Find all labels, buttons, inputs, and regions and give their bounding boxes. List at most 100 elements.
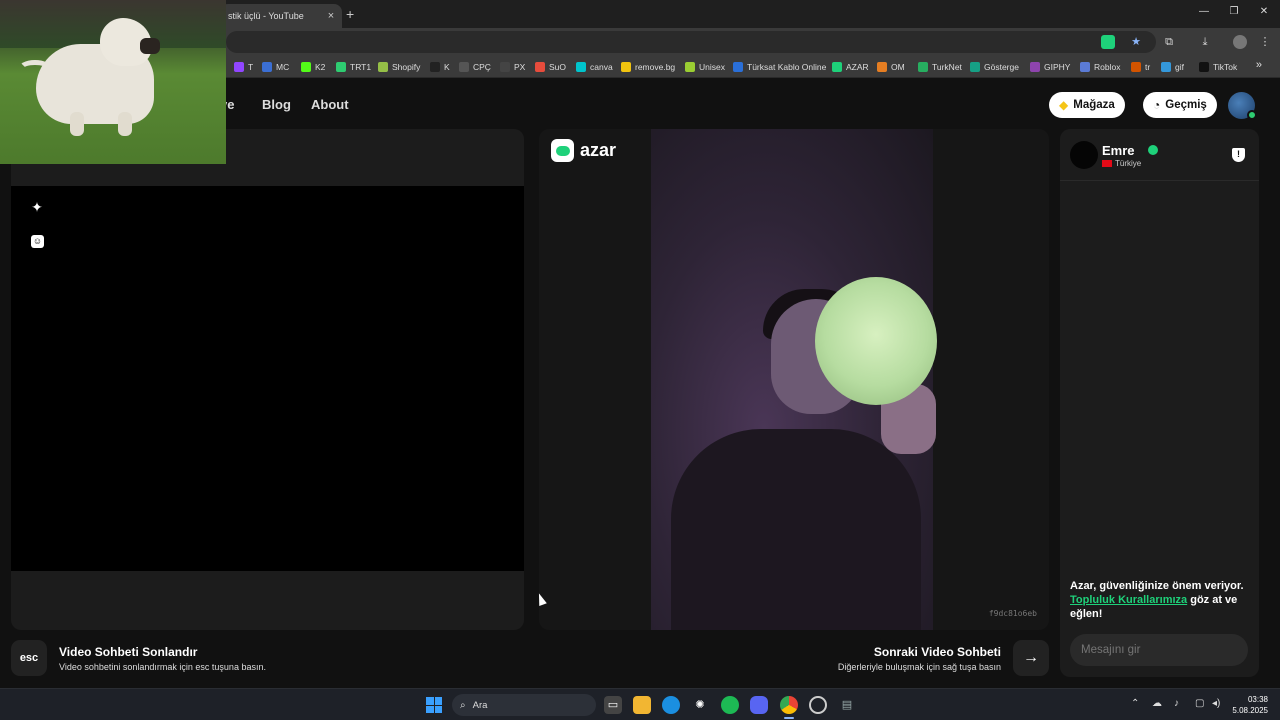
sparkle-effects-icon[interactable]: ✦	[29, 199, 45, 215]
bookmark-item[interactable]: tr	[1131, 60, 1150, 74]
file-explorer-icon[interactable]	[633, 696, 651, 714]
taskbar-clock[interactable]: 03:38 5.08.2025	[1232, 694, 1268, 716]
minimize-icon[interactable]: —	[1196, 6, 1212, 17]
azar-logo: azar	[551, 139, 616, 162]
bookmark-item[interactable]: canva	[576, 60, 613, 74]
bookmark-item[interactable]: TRT1	[336, 60, 371, 74]
bookmark-item[interactable]: Shopify	[378, 60, 420, 74]
bookmark-item[interactable]: AZAR	[832, 60, 869, 74]
bookmark-item[interactable]: PX	[500, 60, 525, 74]
bookmark-label: MC	[276, 62, 290, 72]
bookmark-favicon-icon	[877, 62, 887, 72]
bookmark-favicon-icon	[1030, 62, 1040, 72]
community-guidelines-link[interactable]: Topluluk Kurallarımıza	[1070, 594, 1187, 606]
next-chat-button[interactable]: →	[1013, 640, 1049, 676]
bookmark-item[interactable]: T	[234, 60, 253, 74]
discord-icon[interactable]	[750, 696, 768, 714]
close-window-icon[interactable]: ✕	[1256, 6, 1272, 17]
bookmark-item[interactable]: remove.bg	[621, 60, 675, 74]
profile-icon[interactable]	[1233, 35, 1247, 49]
tab-title: stik üçlü - YouTube	[228, 11, 304, 21]
nav-link-about[interactable]: About	[311, 97, 349, 112]
microphone-icon[interactable]: ♪	[1174, 698, 1179, 709]
taskbar-search[interactable]: ⌕ Ara	[452, 694, 596, 716]
clock-date: 5.08.2025	[1232, 706, 1268, 715]
bookmark-item[interactable]: Unisex	[685, 60, 725, 74]
bookmark-item[interactable]: CPÇ	[459, 60, 491, 74]
bookmark-favicon-icon	[733, 62, 743, 72]
diamond-icon: ◆	[1059, 98, 1069, 112]
bookmark-item[interactable]: Türksat Kablo Online	[733, 60, 826, 74]
display-icon[interactable]: ▢	[1195, 698, 1204, 709]
account-avatar[interactable]	[1228, 92, 1257, 120]
bookmark-favicon-icon	[1199, 62, 1209, 72]
start-button[interactable]	[426, 697, 442, 713]
bookmark-favicon-icon	[500, 62, 510, 72]
message-input[interactable]	[1070, 634, 1248, 666]
face-filter-icon[interactable]: ☺	[31, 235, 44, 248]
menu-icon[interactable]: ⋮	[1258, 35, 1272, 49]
report-shield-icon[interactable]: !	[1232, 148, 1245, 162]
bookmark-item[interactable]: GIPHY	[1030, 60, 1070, 74]
partner-avatar[interactable]	[1070, 141, 1098, 169]
bookmark-item[interactable]: K	[430, 60, 450, 74]
bookmark-favicon-icon	[378, 62, 388, 72]
task-view-icon[interactable]: ▭	[604, 696, 622, 714]
store-button-label: Mağaza	[1073, 99, 1115, 111]
bookmark-label: PX	[514, 62, 526, 72]
spotify-icon[interactable]	[721, 696, 739, 714]
online-dot	[1247, 110, 1257, 120]
volume-icon[interactable]: ◂)	[1212, 698, 1220, 709]
bookmark-item[interactable]: Roblox	[1080, 60, 1120, 74]
bookmark-favicon-icon	[576, 62, 586, 72]
verified-icon	[1148, 145, 1158, 155]
safety-notice: Azar, güvenliğinize önem veriyor. Toplul…	[1070, 579, 1250, 621]
next-chat-hint: Sonraki Video Sohbeti Diğerleriyle buluş…	[838, 640, 1049, 676]
bookmark-item[interactable]: Gösterge	[970, 60, 1019, 74]
remote-session-id: f9dc81o6eb	[988, 609, 1037, 618]
history-button[interactable]: ◔ Geçmiş	[1143, 92, 1217, 118]
browser-tab[interactable]: stik üçlü - YouTube ×	[220, 4, 342, 28]
chrome-icon[interactable]	[780, 696, 798, 714]
esc-key-button[interactable]: esc	[11, 640, 47, 676]
taskbar-search-label: Ara	[472, 699, 488, 711]
tray-overflow-icon[interactable]: ⌃	[1131, 698, 1139, 709]
app-icon[interactable]	[809, 696, 827, 714]
maximize-icon[interactable]: ❐	[1226, 6, 1242, 17]
bookmark-favicon-icon	[336, 62, 346, 72]
cloud-icon[interactable]: ☁	[1152, 698, 1162, 709]
bookmark-label: tr	[1145, 62, 1151, 72]
bookmark-label: Unisex	[699, 62, 725, 72]
bookmark-item[interactable]: SuO	[535, 60, 566, 74]
country-label: Türkiye	[1115, 159, 1142, 168]
extensions-icon[interactable]: ⧉	[1162, 35, 1176, 49]
end-chat-hint: esc Video Sohbeti Sonlandır Video sohbet…	[11, 640, 266, 676]
azar-extension-icon[interactable]	[1101, 35, 1115, 49]
new-tab-button[interactable]: +	[346, 6, 354, 22]
download-icon[interactable]: ⤓	[1198, 35, 1212, 49]
next-chat-title: Sonraki Video Sohbeti	[873, 644, 1001, 659]
bookmarks-more-icon[interactable]: »	[1256, 59, 1262, 71]
bookmark-item[interactable]: MC	[262, 60, 289, 74]
clock-time: 03:38	[1247, 695, 1268, 704]
end-chat-subtitle: Video sohbetini sonlandırmak için esc tu…	[59, 661, 266, 672]
store-button[interactable]: ◆ Mağaza	[1049, 92, 1125, 118]
bookmark-label: TRT1	[350, 62, 372, 72]
chatgpt-icon[interactable]: ✺	[691, 696, 709, 714]
tab-close-icon[interactable]: ×	[324, 10, 338, 22]
bookmark-label: canva	[590, 62, 613, 72]
nav-link-blog[interactable]: Blog	[262, 97, 291, 112]
url-field[interactable]	[226, 31, 1156, 53]
azar-logo-icon	[551, 139, 574, 162]
bookmark-favicon-icon	[234, 62, 244, 72]
bookmark-item[interactable]: TikTok	[1199, 60, 1237, 74]
bookmark-item[interactable]: gif	[1161, 60, 1184, 74]
bookmark-item[interactable]: K2	[301, 60, 325, 74]
device-icon[interactable]: ▤	[838, 696, 856, 714]
bookmark-favicon-icon	[262, 62, 272, 72]
bookmark-label: K2	[315, 62, 326, 72]
bookmark-item[interactable]: OM	[877, 60, 905, 74]
bookmark-item[interactable]: TurkNet	[918, 60, 962, 74]
bookmark-star-icon[interactable]: ★	[1129, 35, 1143, 49]
edge-icon[interactable]	[662, 696, 680, 714]
